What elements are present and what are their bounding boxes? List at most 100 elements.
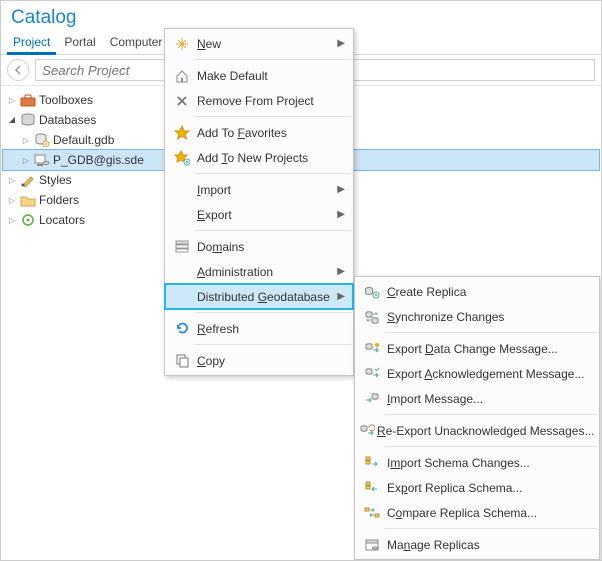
menu-export[interactable]: Export ▶: [165, 202, 353, 227]
menu-label: Domains: [195, 240, 345, 254]
menu-label: Compare Replica Schema...: [385, 506, 591, 520]
menu-make-default[interactable]: Make Default: [165, 63, 353, 88]
separator: [385, 446, 597, 447]
submenu-reexport[interactable]: Re-Export Unacknowledged Messages...: [355, 418, 599, 443]
menu-label: Export Acknowledgement Message...: [385, 367, 591, 381]
collapse-icon[interactable]: [5, 115, 19, 126]
separator: [385, 414, 597, 415]
chevron-right-icon: ▶: [337, 266, 345, 277]
menu-import[interactable]: Import ▶: [165, 177, 353, 202]
menu-label: Import Schema Changes...: [385, 456, 591, 470]
export-schema-icon: [359, 480, 385, 496]
panel-title: Catalog: [1, 1, 601, 31]
separator: [195, 59, 351, 60]
menu-label: Refresh: [195, 322, 345, 336]
import-msg-icon: [359, 391, 385, 407]
menu-label: Create Replica: [385, 285, 591, 299]
chevron-right-icon: ▶: [337, 209, 345, 220]
submenu-create-replica[interactable]: Create Replica: [355, 279, 599, 304]
context-submenu: Create Replica Synchronize Changes Expor…: [354, 276, 600, 560]
menu-label: Add To New Projects: [195, 151, 345, 165]
create-replica-icon: [359, 284, 385, 300]
menu-refresh[interactable]: Refresh: [165, 316, 353, 341]
refresh-icon: [169, 321, 195, 336]
tree-label: Folders: [37, 193, 79, 207]
menu-add-new-projects[interactable]: Add To New Projects: [165, 145, 353, 170]
submenu-compare-schema[interactable]: Compare Replica Schema...: [355, 500, 599, 525]
arrow-left-icon: [12, 64, 24, 76]
menu-label: Manage Replicas: [385, 538, 591, 552]
chevron-right-icon: ▶: [337, 184, 345, 195]
compare-schema-icon: [359, 505, 385, 521]
submenu-export-ack-message[interactable]: Export Acknowledgement Message...: [355, 361, 599, 386]
expand-icon[interactable]: [5, 175, 19, 186]
menu-copy[interactable]: Copy: [165, 348, 353, 373]
submenu-import-schema[interactable]: Import Schema Changes...: [355, 450, 599, 475]
copy-icon: [169, 353, 195, 368]
menu-label: Import Message...: [385, 392, 591, 406]
expand-icon[interactable]: [5, 95, 19, 106]
tab-project[interactable]: Project: [7, 31, 56, 54]
folder-icon: [19, 193, 37, 207]
separator: [195, 116, 351, 117]
styles-icon: [19, 173, 37, 187]
manage-icon: [359, 537, 385, 553]
menu-remove[interactable]: Remove From Project: [165, 88, 353, 113]
export-data-icon: [359, 341, 385, 357]
submenu-import-message[interactable]: Import Message...: [355, 386, 599, 411]
separator: [385, 332, 597, 333]
star-plus-icon: [169, 150, 195, 166]
expand-icon[interactable]: [5, 215, 19, 226]
menu-new[interactable]: New ▶: [165, 31, 353, 56]
home-icon: [169, 68, 195, 84]
reexport-icon: [359, 423, 375, 439]
tree-label: Toolboxes: [37, 93, 93, 107]
menu-label: Synchronize Changes: [385, 310, 591, 324]
app-window: Catalog Project Portal Computer Toolboxe…: [0, 0, 602, 561]
toolbox-icon: [19, 93, 37, 107]
separator: [195, 312, 351, 313]
expand-icon[interactable]: [19, 135, 33, 146]
separator: [195, 230, 351, 231]
chevron-right-icon: ▶: [337, 38, 345, 49]
tree-label: Databases: [37, 113, 96, 127]
separator: [195, 173, 351, 174]
separator: [385, 528, 597, 529]
submenu-export-data-message[interactable]: Export Data Change Message...: [355, 336, 599, 361]
menu-label: Add To Favorites: [195, 126, 345, 140]
menu-label: Import: [195, 183, 337, 197]
menu-label: Export Replica Schema...: [385, 481, 591, 495]
tab-portal[interactable]: Portal: [58, 31, 101, 54]
submenu-export-schema[interactable]: Export Replica Schema...: [355, 475, 599, 500]
database-icon: [19, 113, 37, 127]
menu-label: New: [195, 37, 337, 51]
submenu-synchronize[interactable]: Synchronize Changes: [355, 304, 599, 329]
menu-add-favorites[interactable]: Add To Favorites: [165, 120, 353, 145]
tab-computer[interactable]: Computer: [104, 31, 169, 54]
remove-icon: [169, 94, 195, 108]
menu-label: Make Default: [195, 69, 345, 83]
menu-label: Export: [195, 208, 337, 222]
separator: [195, 344, 351, 345]
menu-label: Re-Export Unacknowledged Messages...: [375, 424, 594, 438]
new-icon: [169, 36, 195, 52]
menu-distributed-geodatabase[interactable]: Distributed Geodatabase ▶: [165, 284, 353, 309]
menu-label: Distributed Geodatabase: [195, 290, 337, 304]
context-menu: New ▶ Make Default Remove From Project A…: [164, 28, 354, 376]
back-button[interactable]: [7, 59, 29, 81]
menu-label: Administration: [195, 265, 337, 279]
menu-label: Export Data Change Message...: [385, 342, 591, 356]
tree-label: Styles: [37, 173, 72, 187]
submenu-manage-replicas[interactable]: Manage Replicas: [355, 532, 599, 557]
menu-label: Copy: [195, 354, 345, 368]
tree-label: Locators: [37, 213, 85, 227]
menu-domains[interactable]: Domains: [165, 234, 353, 259]
expand-icon[interactable]: [5, 195, 19, 206]
expand-icon[interactable]: [19, 155, 33, 166]
menu-administration[interactable]: Administration ▶: [165, 259, 353, 284]
gdb-icon: [33, 133, 51, 147]
star-icon: [169, 125, 195, 141]
locator-icon: [19, 213, 37, 227]
chevron-right-icon: ▶: [337, 291, 345, 302]
sde-icon: [33, 153, 51, 167]
